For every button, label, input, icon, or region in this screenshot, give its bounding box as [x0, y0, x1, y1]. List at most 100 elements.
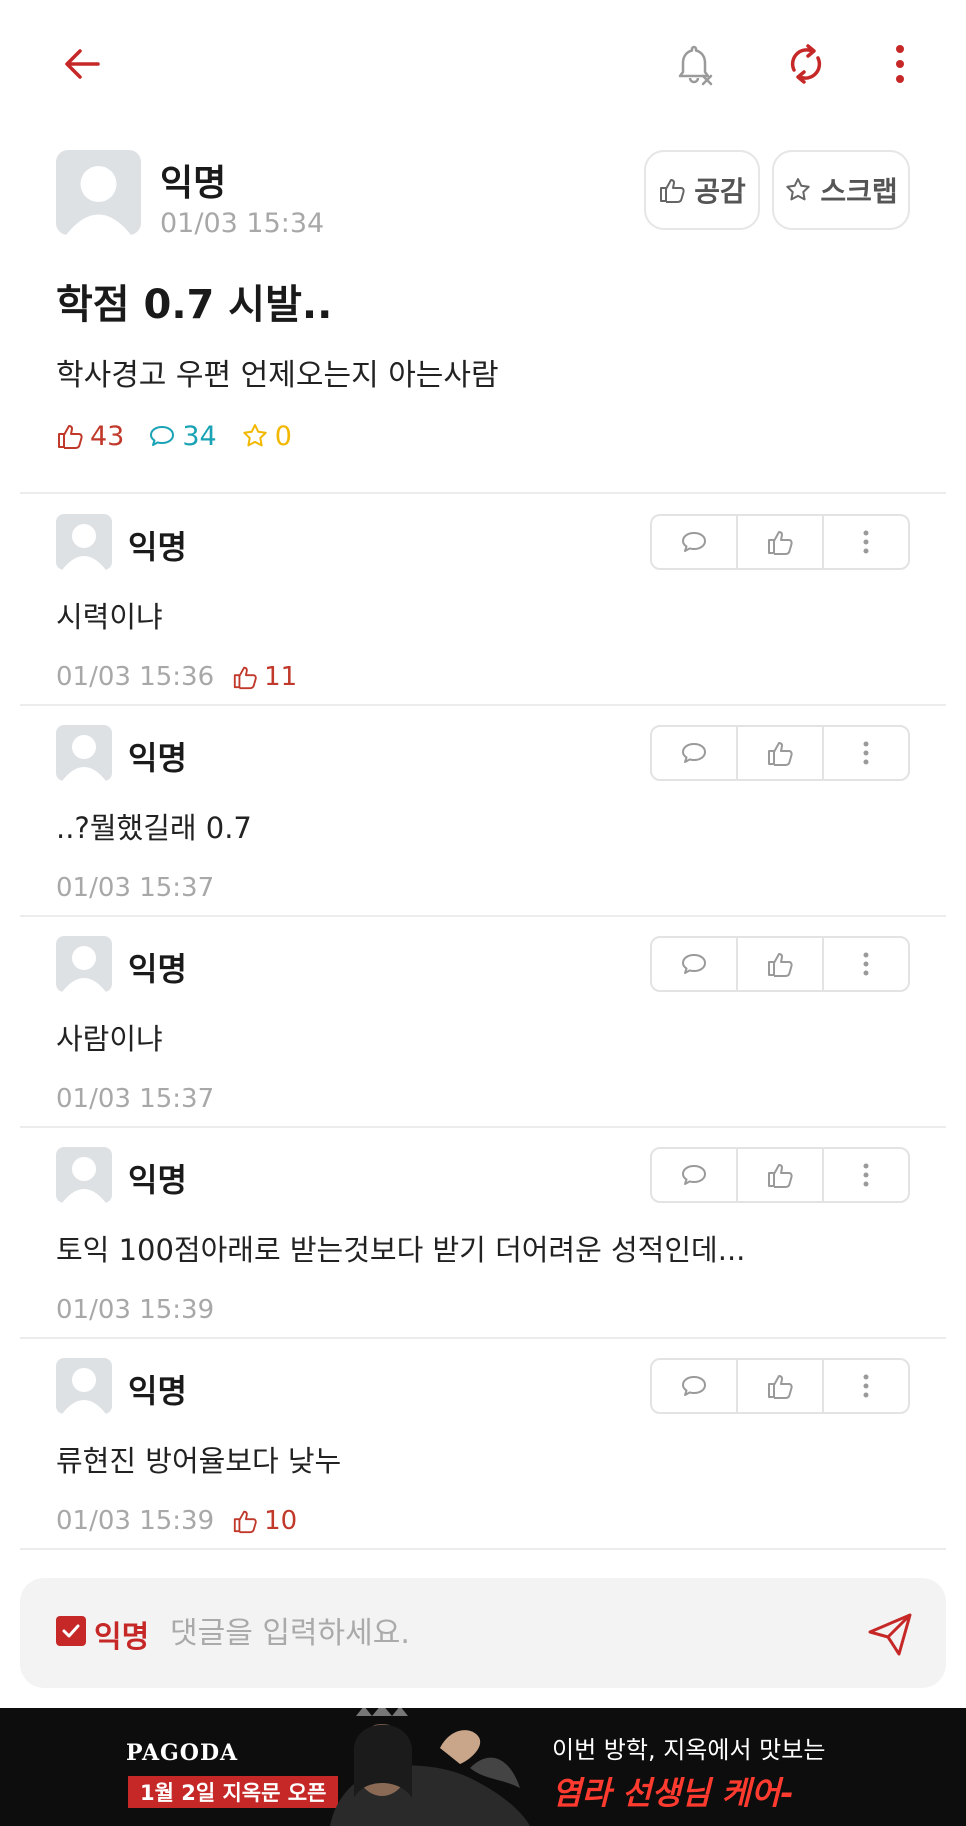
default-avatar-icon — [62, 735, 106, 781]
post-body: 학사경고 우편 언제오는지 아는사람 — [56, 358, 499, 393]
comment-item: 익명 — [0, 916, 966, 1126]
refresh-icon — [790, 44, 822, 84]
comment-text: 시력이냐 — [56, 600, 163, 634]
empathy-button[interactable]: 공감 — [644, 150, 760, 230]
more-vertical-icon — [863, 1374, 869, 1398]
more-vertical-icon — [863, 1163, 869, 1187]
star-icon — [243, 424, 267, 447]
comment-author: 익명 — [128, 739, 187, 777]
default-avatar-icon — [62, 1157, 106, 1203]
reply-button[interactable] — [652, 727, 738, 779]
bell-off-icon — [678, 45, 713, 86]
speech-bubble-icon — [682, 1165, 706, 1185]
comment-like-count: 10 — [232, 1506, 297, 1536]
speech-bubble-icon — [150, 426, 175, 446]
thumbs-up-icon — [233, 666, 257, 690]
comment-like-button[interactable] — [738, 727, 824, 779]
thumbs-up-icon — [768, 1164, 793, 1188]
reply-button[interactable] — [652, 1360, 738, 1412]
comment-author: 익명 — [128, 1372, 187, 1410]
comment-more-button[interactable] — [824, 1149, 908, 1201]
reply-button[interactable] — [652, 938, 738, 990]
comment-timestamp: 01/03 15:39 — [56, 1506, 215, 1536]
anonymous-label[interactable]: 익명 — [94, 1612, 149, 1656]
comment-like-button[interactable] — [738, 1149, 824, 1201]
ad-tagline: 염라 선생님 케어- — [552, 1774, 794, 1812]
default-avatar-icon — [62, 524, 106, 570]
notification-toggle-button[interactable] — [664, 34, 724, 94]
post-header: 익명 01/03 15:34 공감 스크랩 — [56, 150, 910, 240]
comment-like-button[interactable] — [738, 1360, 824, 1412]
send-button[interactable] — [862, 1606, 918, 1662]
comment-input[interactable] — [170, 1604, 820, 1662]
comment-timestamp: 01/03 15:37 — [56, 873, 215, 903]
comment-actions — [650, 936, 910, 992]
comment-meta: 01/03 15:39 10 — [56, 1506, 297, 1536]
anonymous-checkbox[interactable] — [56, 1616, 86, 1646]
comment-more-button[interactable] — [824, 727, 908, 779]
speech-bubble-icon — [682, 743, 706, 763]
comment-actions — [650, 514, 910, 570]
comment-like-button[interactable] — [738, 938, 824, 990]
thumbs-up-icon — [233, 1510, 257, 1534]
more-vertical-icon — [896, 45, 904, 83]
thumbs-up-icon — [768, 531, 793, 555]
comment-timestamp: 01/03 15:36 — [56, 662, 215, 692]
arrow-left-icon — [65, 49, 100, 79]
comment-meta: 01/03 15:39 — [56, 1295, 214, 1325]
avatar — [56, 725, 112, 781]
ad-brand: PAGODA — [126, 1740, 239, 1766]
default-avatar-icon — [62, 946, 106, 992]
refresh-button[interactable] — [776, 34, 836, 94]
star-icon — [786, 178, 811, 201]
avatar — [56, 1147, 112, 1203]
post-stats: 43 34 0 — [56, 418, 316, 454]
post-timestamp: 01/03 15:34 — [160, 208, 325, 239]
avatar — [56, 514, 112, 570]
thumbs-up-icon — [660, 179, 685, 203]
reply-button[interactable] — [652, 1149, 738, 1201]
comment-like-value: 11 — [264, 662, 298, 692]
like-count-value: 43 — [90, 420, 125, 452]
comment-more-button[interactable] — [824, 1360, 908, 1412]
more-vertical-icon — [863, 741, 869, 765]
comment-timestamp: 01/03 15:37 — [56, 1084, 215, 1114]
comment-more-button[interactable] — [824, 516, 908, 568]
comment-author: 익명 — [128, 950, 187, 988]
comment-input-bar: 익명 — [20, 1578, 946, 1688]
more-options-button[interactable] — [870, 34, 930, 94]
comment-like-count: 11 — [232, 662, 297, 692]
scrap-label: 스크랩 — [820, 175, 898, 208]
post-author: 익명 — [160, 163, 227, 204]
avatar — [56, 150, 141, 235]
comment-text: 류현진 방어율보다 낮누 — [56, 1444, 342, 1478]
divider — [20, 1548, 946, 1550]
speech-bubble-icon — [682, 1376, 706, 1396]
thumbs-up-icon — [768, 1375, 793, 1399]
default-avatar-icon — [62, 1368, 106, 1414]
comment-item: 익명 — [0, 1127, 966, 1337]
top-bar — [0, 0, 966, 128]
ad-headline: 이번 방학, 지옥에서 맛보는 — [552, 1736, 826, 1764]
comment-like-button[interactable] — [738, 516, 824, 568]
comment-author: 익명 — [128, 1161, 187, 1199]
thumbs-up-icon — [768, 953, 793, 977]
speech-bubble-icon — [682, 532, 706, 552]
ad-banner[interactable]: PAGODA 1월 2일 지옥문 오픈 이번 방학, 지옥에서 맛보는 염라 선… — [0, 1708, 966, 1826]
send-icon — [868, 1613, 912, 1656]
comment-actions — [650, 1358, 910, 1414]
comment-item: 익명 — [0, 1338, 966, 1548]
scrap-count-value: 0 — [274, 420, 292, 452]
empathy-label: 공감 — [694, 175, 746, 208]
default-avatar-icon — [66, 166, 131, 235]
comment-item: 익명 — [0, 494, 966, 704]
comment-text: 사람이냐 — [56, 1022, 163, 1056]
ad-character-illustration — [330, 1708, 530, 1826]
comment-more-button[interactable] — [824, 938, 908, 990]
comment-meta: 01/03 15:37 — [56, 1084, 214, 1114]
comment-count: 34 — [148, 421, 217, 452]
comment-meta: 01/03 15:37 — [56, 873, 214, 903]
back-button[interactable] — [52, 34, 112, 94]
reply-button[interactable] — [652, 516, 738, 568]
scrap-button[interactable]: 스크랩 — [772, 150, 910, 230]
